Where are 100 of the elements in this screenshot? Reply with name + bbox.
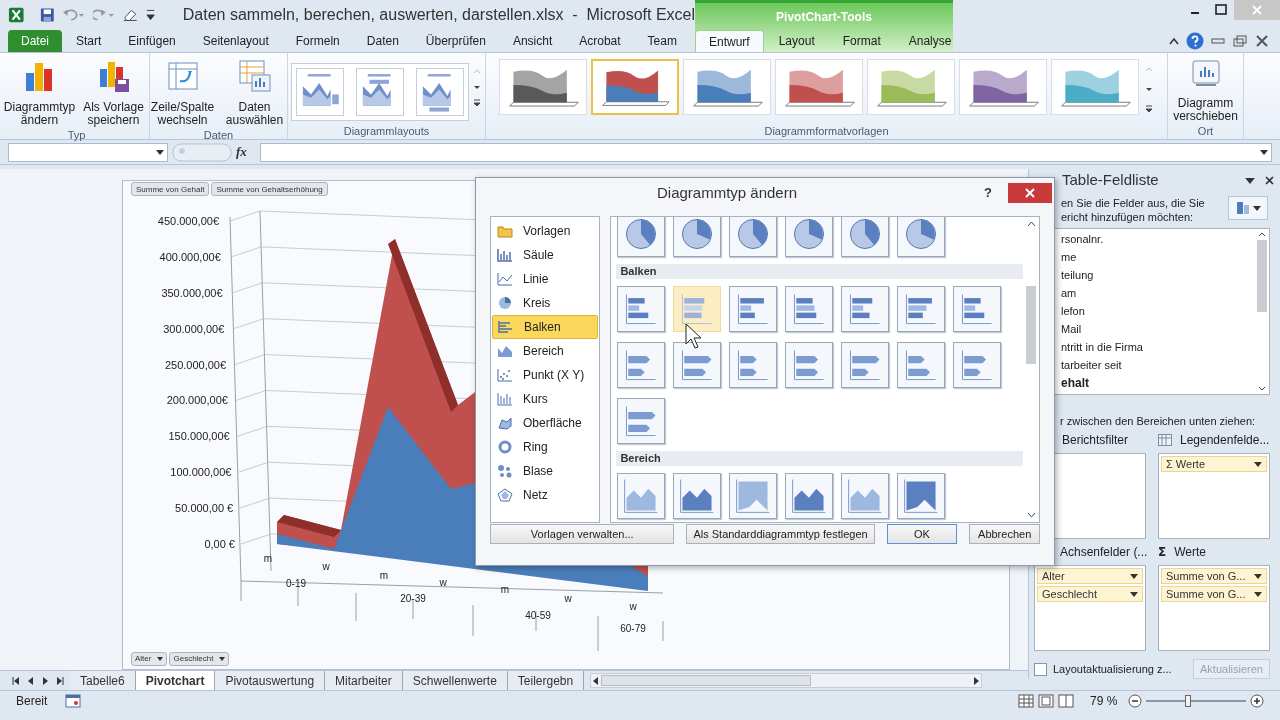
eraser-icon[interactable] (123, 8, 138, 22)
zoom-slider[interactable] (1146, 694, 1246, 707)
chart-category-item[interactable]: Kurs (492, 387, 599, 411)
field-chip[interactable]: Alter (1037, 568, 1143, 584)
customize-menu-icon[interactable] (145, 8, 155, 22)
chart-category-item[interactable]: Blase (492, 459, 599, 483)
scrollbar-thumb[interactable] (1026, 285, 1036, 364)
chart-type-thumbnail[interactable] (617, 473, 666, 519)
chart-type-thumbnail[interactable] (841, 286, 890, 332)
field-chip[interactable]: Σ Werte (1161, 456, 1267, 472)
chart-type-thumbnail[interactable] (617, 342, 666, 388)
pivot-field-button[interactable]: Alter (131, 652, 168, 666)
ribbon-tab[interactable]: Datei (8, 30, 62, 52)
redo-icon[interactable] (93, 8, 115, 22)
ribbon-tab[interactable]: Entwurf (695, 30, 764, 52)
chart-style-thumbnail[interactable] (590, 59, 679, 115)
page-break-view-icon[interactable] (1058, 693, 1074, 708)
chart-category-item[interactable]: Vorlagen (492, 219, 599, 243)
zoom-slider-thumb[interactable] (1185, 694, 1191, 707)
help-button[interactable]: ? (978, 183, 998, 203)
sheet-tab[interactable]: Mitarbeiter (325, 671, 403, 690)
name-box[interactable] (8, 142, 168, 162)
undo-icon[interactable] (63, 8, 86, 22)
chart-type-thumbnail[interactable] (841, 473, 890, 519)
field-item[interactable]: me (1061, 248, 1255, 267)
chart-type-thumbnail[interactable] (897, 342, 946, 388)
ribbon-tab[interactable]: Daten (353, 30, 412, 52)
scroll-up-icon[interactable] (1258, 232, 1266, 238)
chart-category-item[interactable]: Oberfläche (492, 411, 599, 435)
field-item[interactable]: teilung (1061, 266, 1255, 285)
chart-category-item[interactable]: Bereich (492, 339, 599, 363)
chart-layout-thumbnail[interactable] (415, 68, 464, 116)
sheet-tab[interactable]: Schwellenwerte (402, 671, 508, 690)
normal-view-icon[interactable] (1018, 693, 1034, 708)
workbook-minimize-icon[interactable] (1210, 36, 1226, 46)
chart-type-thumbnail[interactable] (785, 217, 834, 257)
drop-area[interactable]: Alter Geschlecht (1034, 565, 1146, 651)
close-button[interactable] (1008, 183, 1052, 203)
chart-type-thumbnail[interactable] (785, 286, 834, 332)
drop-area[interactable]: Summe von G... Summe von G... (1158, 565, 1270, 651)
chart-category-item[interactable]: Kreis (492, 291, 599, 315)
pivot-field-button[interactable]: Geschlecht (169, 652, 230, 666)
dialog-button[interactable]: Vorlagen verwalten... (490, 524, 675, 544)
pivot-field-button[interactable]: Summe von Gehaltserhöhung (211, 182, 328, 196)
dialog-button[interactable]: Abbrechen (969, 524, 1040, 544)
field-item[interactable]: lefon (1061, 302, 1255, 321)
ribbon-button[interactable]: Daten auswählen (219, 59, 290, 127)
chart-category-item[interactable]: Netz (492, 483, 599, 507)
chart-style-thumbnail[interactable] (682, 59, 771, 115)
chart-type-thumbnail[interactable] (729, 286, 778, 332)
sheet-tab[interactable]: Tabelle6 (70, 671, 136, 690)
chart-type-thumbnail[interactable] (729, 342, 778, 388)
chart-type-thumbnail[interactable] (729, 217, 778, 257)
ribbon-tab[interactable]: Team (634, 30, 690, 52)
ribbon-tab[interactable]: Analyse (895, 30, 965, 52)
chart-style-thumbnail[interactable] (498, 59, 587, 115)
layout-options-button[interactable] (1228, 196, 1268, 221)
ribbon-button[interactable]: Als Vorlage speichern (78, 59, 149, 127)
drop-area[interactable]: Σ Werte (1158, 453, 1270, 539)
dialog-button[interactable]: OK (886, 524, 958, 544)
field-chip[interactable]: Summe von G... (1161, 586, 1267, 602)
ribbon-tab[interactable]: Layout (765, 30, 828, 52)
chart-type-thumbnail[interactable] (673, 473, 722, 519)
help-icon[interactable] (1186, 32, 1204, 50)
field-chip[interactable]: Summe von G... (1161, 568, 1267, 584)
zoom-out-icon[interactable] (1128, 693, 1142, 708)
scroll-down-icon[interactable] (1258, 385, 1266, 391)
chart-type-thumbnail[interactable] (729, 473, 778, 519)
chart-type-thumbnail[interactable] (785, 342, 834, 388)
scrollbar-thumb[interactable] (1257, 240, 1267, 313)
chart-style-thumbnail[interactable] (1050, 59, 1139, 115)
pivot-field-button[interactable]: Summe von Gehalt (131, 182, 210, 196)
ribbon-tab[interactable]: Format (829, 30, 894, 52)
chart-type-thumbnail[interactable] (673, 342, 722, 388)
dialog-button[interactable]: Als Standarddiagrammtyp festlegen (686, 524, 875, 544)
ribbon-tab[interactable]: Seitenlayout (189, 30, 282, 52)
sheet-tab[interactable]: Teilergebn (507, 671, 585, 690)
page-layout-view-icon[interactable] (1038, 693, 1054, 708)
ribbon-button[interactable]: Diagramm verschieben (1168, 59, 1243, 123)
ribbon-tab[interactable]: Formeln (282, 30, 353, 52)
chart-category-item[interactable]: Balken (492, 315, 599, 339)
formula-input[interactable] (260, 142, 1272, 162)
scrollbar-thumb[interactable] (601, 675, 812, 686)
workbook-close-icon[interactable] (1254, 34, 1270, 48)
chart-category-item[interactable]: Ring (492, 435, 599, 459)
chart-category-item[interactable]: Säule (492, 243, 599, 267)
chart-style-thumbnail[interactable] (774, 59, 863, 115)
chart-type-thumbnail[interactable] (897, 217, 946, 257)
collapse-ribbon-icon[interactable] (1168, 36, 1180, 46)
insert-function-button[interactable]: fx (236, 142, 256, 162)
ribbon-tab[interactable]: Start (63, 30, 115, 52)
close-icon[interactable] (1265, 176, 1274, 186)
zoom-level[interactable]: 79 % (1090, 691, 1124, 710)
horizontal-scrollbar[interactable] (590, 673, 983, 688)
chart-type-thumbnail[interactable] (953, 342, 1002, 388)
chart-type-thumbnail[interactable] (785, 473, 834, 519)
save-icon[interactable] (40, 7, 56, 23)
field-item[interactable]: Mail (1061, 320, 1255, 339)
chart-style-thumbnail[interactable] (958, 59, 1047, 115)
chart-style-thumbnail[interactable] (866, 59, 955, 115)
